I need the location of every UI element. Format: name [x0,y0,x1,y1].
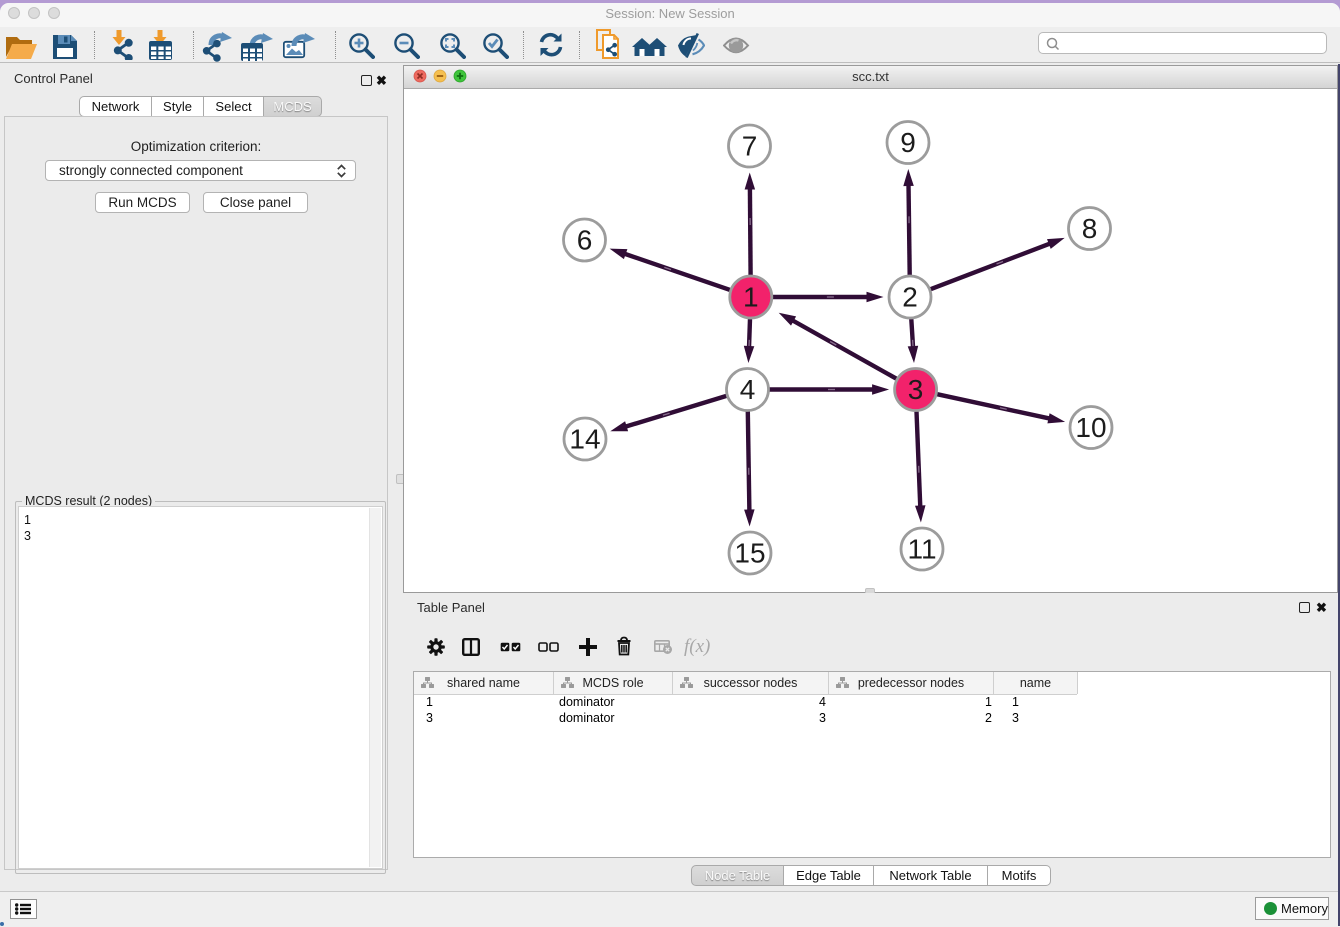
svg-text:1: 1 [743,282,759,313]
svg-text:10: 10 [1075,412,1106,443]
svg-text:8: 8 [1082,213,1098,244]
svg-text:11: 11 [907,534,936,565]
svg-text:7: 7 [742,131,758,162]
svg-text:14: 14 [569,424,600,455]
svg-text:2: 2 [902,282,918,313]
svg-text:4: 4 [740,374,756,405]
svg-text:9: 9 [900,127,916,158]
svg-text:3: 3 [908,374,924,405]
svg-text:6: 6 [577,225,593,256]
svg-text:15: 15 [734,538,765,569]
